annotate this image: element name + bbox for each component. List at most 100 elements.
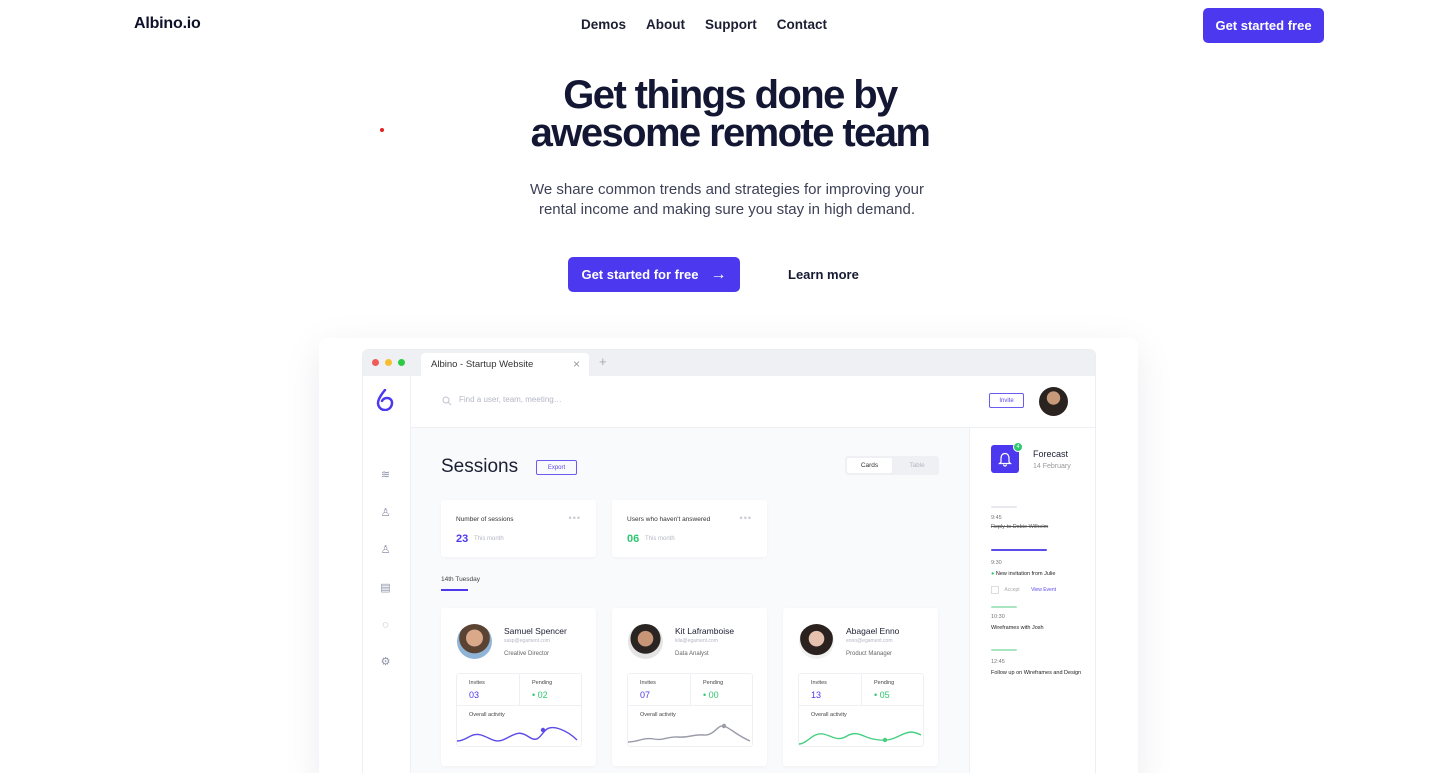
stat-label: Number of sessions [456, 516, 514, 523]
hero-subtitle: We share common trends and strategies fo… [529, 181, 925, 218]
activity-label: Overall activity [469, 712, 505, 718]
event-actions: Accept View Event [991, 585, 1091, 596]
cards-view-button[interactable]: Cards [847, 458, 892, 473]
person-card[interactable]: Samuel Spencer sasp@egament.com Creative… [441, 608, 596, 766]
arrow-right-icon: → [710, 265, 727, 283]
settings-icon: ⚙ [380, 656, 391, 668]
app-logo-icon [376, 389, 394, 411]
invites-label: Invites [469, 680, 485, 686]
person-email: sasp@egament.com [504, 638, 550, 644]
forecast-title: Forecast [1033, 449, 1069, 459]
forecast-date: 14 February [1033, 463, 1071, 470]
export-button[interactable]: Export [536, 460, 577, 475]
page-title: Sessions [441, 456, 519, 477]
maximize-window-dot [398, 359, 405, 366]
get-started-for-free-label: Get started for free [581, 267, 699, 282]
activity-label: Overall activity [640, 712, 676, 718]
event-text: Wireframes with Josh [991, 625, 1044, 631]
document-icon: ▤ [380, 582, 391, 594]
get-started-free-button[interactable]: Get started free [1203, 8, 1324, 43]
cards-view-label: Cards [860, 462, 879, 469]
person-stats-box: Invites 07 Pending • 00 Overall activity [627, 673, 753, 747]
nav-link-support[interactable]: Support [705, 17, 757, 32]
person-card[interactable]: Abagael Enno enno@egament.com Product Ma… [783, 608, 938, 766]
learn-more-link[interactable]: Learn more [788, 267, 859, 282]
invites-label: Invites [640, 680, 656, 686]
invites-value: 13 [811, 690, 822, 700]
pending-value: • 05 [874, 690, 890, 700]
person-email: enno@egament.com [846, 638, 893, 644]
layers-icon: ≋ [380, 469, 391, 481]
search-input[interactable]: Find a user, team, meeting… [459, 395, 562, 404]
person-role: Data Analyst [675, 651, 709, 657]
notification-badge: 4 [1013, 442, 1023, 452]
avatar [457, 624, 492, 659]
event-text: New invitation from Julie [995, 571, 1056, 577]
brand-logo[interactable]: Albino.io [134, 15, 201, 33]
user-add-icon: ♙ [380, 544, 391, 556]
nav-link-contact[interactable]: Contact [777, 17, 827, 32]
user-book-icon: ♙ [380, 507, 391, 519]
divider [799, 705, 923, 706]
stat-card-unanswered: Users who haven't answered ••• 06 This m… [612, 500, 767, 557]
table-view-button[interactable]: Table [897, 458, 937, 473]
avatar [628, 624, 663, 659]
app-sidebar: ≋ ♙ ♙ ▤ ◌ ⚙ [363, 376, 411, 773]
event-text: Reply to Dobie Wilhelm [991, 524, 1049, 530]
hero-title: Get things done by awesome remote team [440, 73, 1020, 153]
close-tab-icon: × [572, 357, 580, 371]
invite-label: Invite [999, 397, 1014, 404]
table-view-label: Table [909, 462, 925, 469]
pending-label: Pending [874, 680, 895, 686]
divider [861, 674, 862, 705]
stat-period: This month [645, 536, 675, 542]
activity-sparkline [457, 726, 578, 742]
invites-label: Invites [811, 680, 827, 686]
person-role: Product Manager [846, 651, 893, 657]
event-item: ● New invitation from Julie [991, 569, 1091, 580]
export-label: Export [547, 464, 566, 471]
pending-value: • 00 [703, 690, 719, 700]
person-email: kila@egament.com [675, 638, 718, 644]
person-name: Abagael Enno [846, 626, 900, 636]
divider [457, 705, 581, 706]
search-icon [442, 396, 452, 406]
person-stats-box: Invites 13 Pending • 05 Overall activity [798, 673, 924, 747]
event-divider [991, 506, 1017, 508]
accept-checkbox[interactable] [991, 585, 999, 594]
pending-label: Pending [532, 680, 553, 686]
user-avatar[interactable] [1039, 387, 1068, 416]
event-time: 12:45 [991, 659, 1005, 665]
person-card[interactable]: Kit Laframboise kila@egament.com Data An… [612, 608, 767, 766]
invite-button[interactable]: Invite [989, 393, 1024, 408]
nav-menu: Demos About Support Contact [581, 17, 827, 32]
day-label: 14th Tuesday [441, 576, 481, 583]
stat-value: 06 [627, 533, 640, 545]
hero-title-line-1: Get things done by [563, 73, 898, 117]
divider [519, 674, 520, 705]
event-divider [991, 606, 1017, 608]
avatar [799, 624, 834, 659]
browser-mockup: Albino - Startup Website × + ≋ ♙ ♙ ▤ ◌ ⚙… [362, 349, 1096, 773]
person-name: Kit Laframboise [675, 626, 735, 636]
person-role: Creative Director [504, 651, 550, 657]
nav-link-demos[interactable]: Demos [581, 17, 626, 32]
nav-link-about[interactable]: About [646, 17, 685, 32]
more-options-icon[interactable]: ••• [569, 513, 581, 523]
status-dot-icon: ● [991, 571, 995, 577]
event-divider [991, 649, 1017, 651]
event-text: Follow up on Wireframes and Design [991, 670, 1082, 676]
accept-button[interactable]: Accept [1004, 587, 1019, 593]
get-started-for-free-button[interactable]: Get started for free → [568, 257, 740, 292]
pending-label: Pending [703, 680, 724, 686]
minimize-window-dot [385, 359, 392, 366]
browser-tab: Albino - Startup Website × [421, 353, 589, 376]
stat-label: Users who haven't answered [627, 516, 711, 523]
app-topbar: Find a user, team, meeting… Invite [411, 376, 1095, 428]
view-toggle: Cards Table [845, 456, 939, 475]
more-options-icon[interactable]: ••• [740, 513, 752, 523]
pending-value: • 02 [532, 690, 548, 700]
chat-icon: ◌ [382, 619, 389, 631]
person-name: Samuel Spencer [504, 626, 567, 636]
view-event-link[interactable]: View Event [1031, 587, 1056, 593]
